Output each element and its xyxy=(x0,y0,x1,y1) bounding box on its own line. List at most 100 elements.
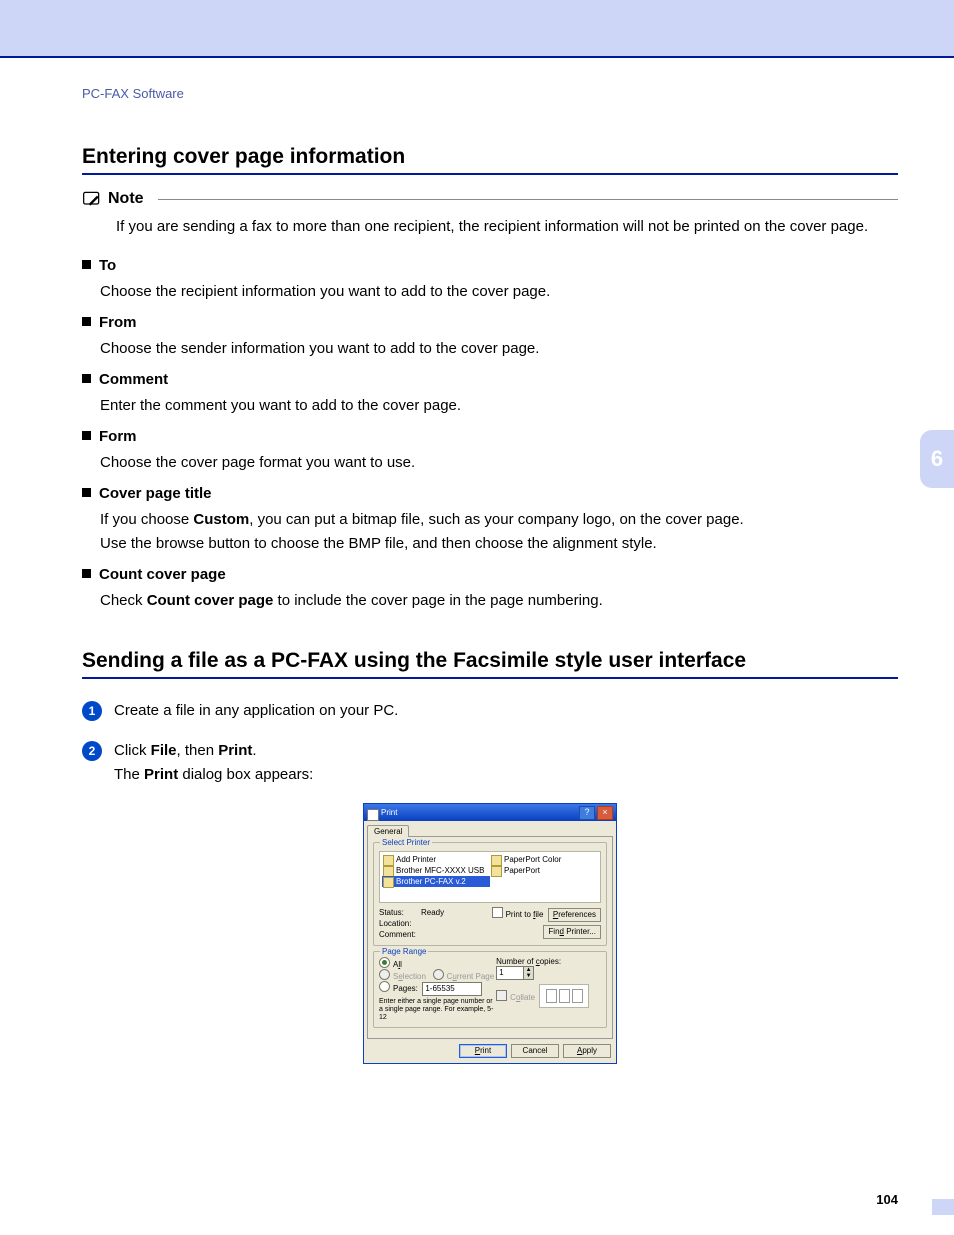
copies-label: Number of copies: xyxy=(496,957,561,966)
note-pencil-icon xyxy=(82,189,102,209)
group-range-legend: Page Range xyxy=(380,947,428,956)
find-printer-button[interactable]: Find Printer... xyxy=(543,925,601,939)
section-divider xyxy=(82,173,898,175)
steps-list: 1 Create a file in any application on yo… xyxy=(82,699,898,787)
bullet-icon xyxy=(82,374,91,383)
copies-spinner[interactable]: 1▲▼ xyxy=(496,966,534,980)
spin-down-icon[interactable]: ▼ xyxy=(524,973,533,979)
step-marker-2: 2 xyxy=(82,741,102,761)
printer-p1[interactable]: Brother MFC-XXXX USB Printer xyxy=(382,865,490,876)
printer-pp[interactable]: PaperPort xyxy=(490,865,598,876)
close-button[interactable]: × xyxy=(597,806,613,820)
s2d: Print xyxy=(218,742,252,759)
s2a: Click xyxy=(114,742,151,759)
location-label: Location: xyxy=(379,918,421,929)
definition-list: To Choose the recipient information you … xyxy=(82,257,898,613)
s2c: , then xyxy=(177,742,219,759)
def-comment-head: Comment xyxy=(99,371,168,388)
radio-pages[interactable] xyxy=(379,981,390,992)
step-marker-1: 1 xyxy=(82,701,102,721)
def-form-text: Choose the cover page format you want to… xyxy=(100,451,898,475)
print-to-file-label: Print to file xyxy=(506,910,544,919)
apply-button[interactable]: Apply xyxy=(563,1044,611,1058)
status-value: Ready xyxy=(421,908,444,917)
tab-body: Select Printer Add Printer Brother MFC-X… xyxy=(367,836,613,1039)
pages-hint: Enter either a single page number or a s… xyxy=(379,998,496,1022)
dialog-screenshot: Print ? × General Select Printer xyxy=(82,803,898,1064)
def-cpt-text1: If you choose Custom, you can put a bitm… xyxy=(100,508,898,532)
collate-label: Collate xyxy=(510,993,535,1002)
status-block: Status:Ready Location: Comment: xyxy=(379,907,444,940)
collate-icon xyxy=(539,984,589,1008)
def-count-cp: Count cover page Check Count cover page … xyxy=(82,566,898,613)
dialog-titlebar: Print ? × xyxy=(364,804,616,821)
print-button[interactable]: Print xyxy=(459,1044,507,1058)
step-1-text: Create a file in any application on your… xyxy=(114,699,398,723)
print-to-file-checkbox[interactable] xyxy=(492,907,503,918)
def-comment: Comment Enter the comment you want to ad… xyxy=(82,371,898,418)
printer-add[interactable]: Add Printer xyxy=(382,854,490,865)
note-label: Note xyxy=(108,190,144,208)
bullet-icon xyxy=(82,431,91,440)
copies-value[interactable]: 1 xyxy=(496,966,524,980)
group-select-legend: Select Printer xyxy=(380,838,432,847)
help-button[interactable]: ? xyxy=(579,806,595,820)
group-select-printer: Select Printer Add Printer Brother MFC-X… xyxy=(373,842,607,946)
s2e: . xyxy=(252,742,256,759)
def-to-text: Choose the recipient information you wan… xyxy=(100,280,898,304)
printers-list[interactable]: Add Printer Brother MFC-XXXX USB Printer… xyxy=(379,851,601,903)
page-number: 104 xyxy=(876,1192,898,1207)
def-cover-title: Cover page title If you choose Custom, y… xyxy=(82,485,898,556)
radio-selection-label: Selection xyxy=(393,972,426,981)
tab-general[interactable]: General xyxy=(367,825,409,837)
printer-pp-color[interactable]: PaperPort Color xyxy=(490,854,598,865)
def-cpt-t1c: , you can put a bitmap file, such as you… xyxy=(249,511,743,528)
def-ccp-t1b: Count cover page xyxy=(147,592,274,609)
def-form-head: Form xyxy=(99,428,137,445)
section-divider xyxy=(82,677,898,679)
note-line xyxy=(158,199,898,200)
bullet-icon xyxy=(82,569,91,578)
document-page: 6 PC-FAX Software Entering cover page in… xyxy=(0,0,954,1235)
collate-checkbox xyxy=(496,990,507,1001)
preferences-button[interactable]: Preferences xyxy=(548,908,601,922)
comment-label: Comment: xyxy=(379,929,421,940)
tab-strip: General xyxy=(364,821,616,836)
printer-icon xyxy=(367,809,379,821)
step-2-text: Click File, then Print. The Print dialog… xyxy=(114,739,313,787)
bullet-icon xyxy=(82,317,91,326)
def-cpt-t1a: If you choose xyxy=(100,511,193,528)
def-to: To Choose the recipient information you … xyxy=(82,257,898,304)
printer-actions: Print to file Preferences Find Printer..… xyxy=(492,907,601,940)
section2-title: Sending a file as a PC-FAX using the Fac… xyxy=(82,649,898,673)
dialog-title-wrap: Print xyxy=(367,808,579,817)
def-comment-text: Enter the comment you want to add to the… xyxy=(100,394,898,418)
footer-accent xyxy=(932,1199,954,1215)
cancel-button[interactable]: Cancel xyxy=(511,1044,559,1058)
group-page-range: Page Range All Selection Current Page Pa… xyxy=(373,951,607,1028)
def-from: From Choose the sender information you w… xyxy=(82,314,898,361)
printer-p2[interactable]: Brother PC-FAX v.2 xyxy=(382,876,490,887)
s2g: Print xyxy=(144,766,178,783)
radio-pages-label: Pages: xyxy=(393,984,418,993)
def-form: Form Choose the cover page format you wa… xyxy=(82,428,898,475)
pages-input[interactable]: 1-65535 xyxy=(422,982,482,996)
note-text: If you are sending a fax to more than on… xyxy=(116,215,898,239)
s2h: dialog box appears: xyxy=(178,766,313,783)
def-ccp-head: Count cover page xyxy=(99,566,226,583)
radio-all[interactable] xyxy=(379,957,390,968)
range-right: Number of copies: 1▲▼ Collate xyxy=(496,957,601,1022)
bullet-icon xyxy=(82,488,91,497)
dialog-title: Print xyxy=(381,808,397,817)
def-cpt-t1b: Custom xyxy=(193,511,249,528)
range-left: All Selection Current Page Pages: 1-6553… xyxy=(379,957,496,1022)
step-1: 1 Create a file in any application on yo… xyxy=(82,699,898,723)
s2b: File xyxy=(151,742,177,759)
def-to-head: To xyxy=(99,257,116,274)
chapter-tab: 6 xyxy=(920,430,954,488)
section1-title: Entering cover page information xyxy=(82,145,898,169)
radio-all-label: All xyxy=(393,960,402,969)
def-from-head: From xyxy=(99,314,137,331)
def-ccp-text: Check Count cover page to include the co… xyxy=(100,589,898,613)
radio-selection xyxy=(379,969,390,980)
